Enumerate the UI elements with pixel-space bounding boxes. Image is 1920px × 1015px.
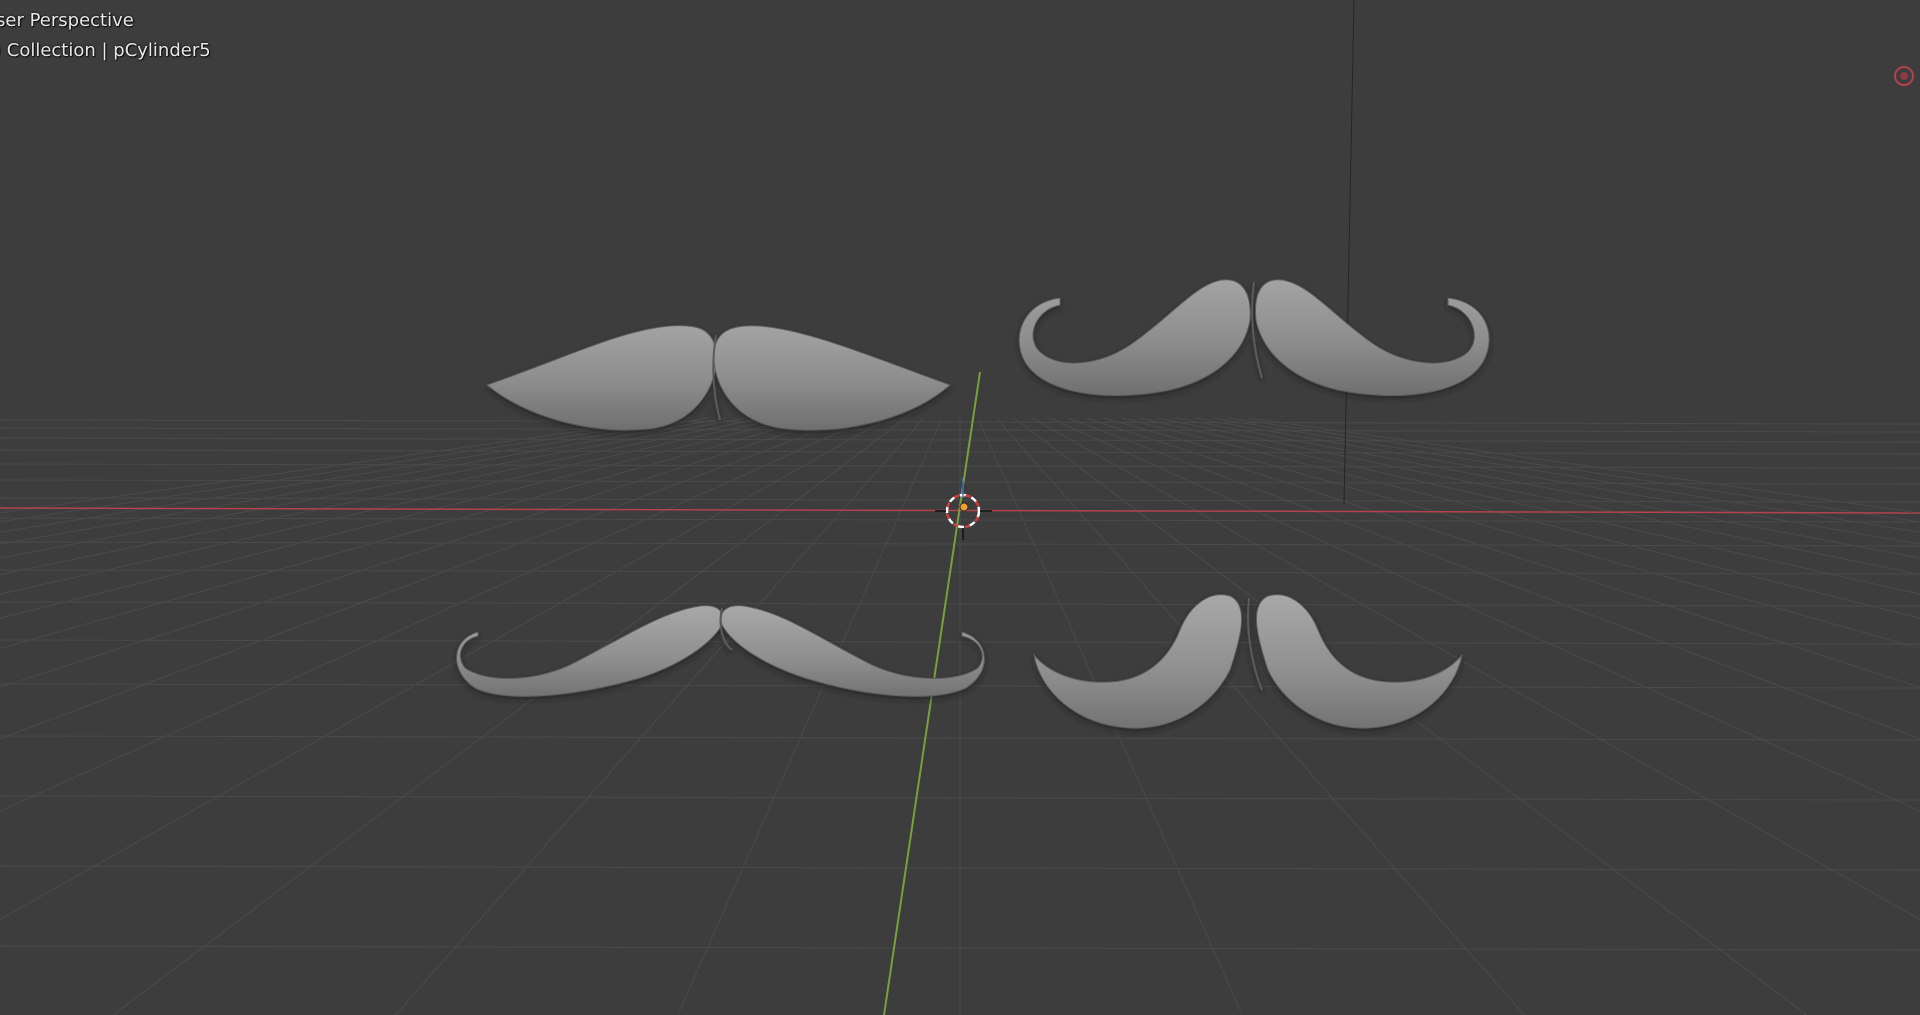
mustache-bottom-left[interactable]	[456, 605, 985, 697]
record-indicator-icon[interactable]	[1894, 66, 1914, 86]
vertical-guide-line	[1343, 0, 1355, 506]
viewport-scene[interactable]	[0, 0, 1920, 1015]
mustache-top-right[interactable]	[1018, 279, 1490, 396]
object-origin-icon[interactable]	[959, 502, 969, 512]
collection-object-label: ) Collection | pCylinder5	[0, 40, 211, 61]
view-name-label: ser Perspective	[0, 10, 134, 31]
mustache-top-left[interactable]	[485, 325, 951, 431]
3d-viewport[interactable]: ser Perspective ) Collection | pCylinder…	[0, 0, 1920, 1015]
mustache-bottom-right[interactable]	[1033, 594, 1463, 729]
